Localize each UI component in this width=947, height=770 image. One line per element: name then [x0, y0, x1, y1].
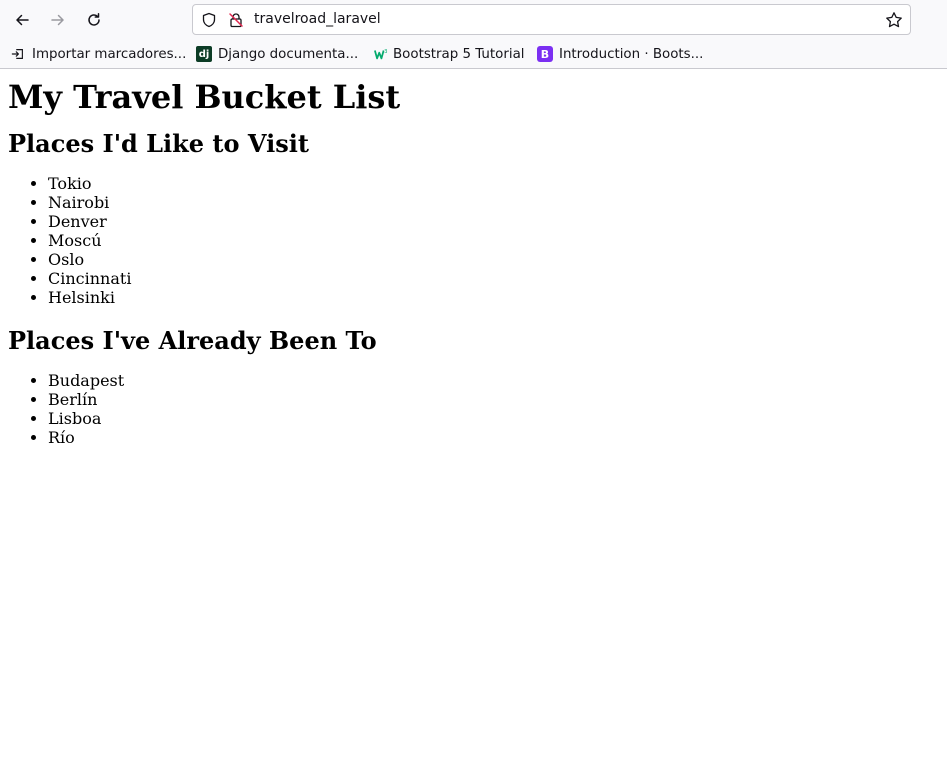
- page-content: My Travel Bucket List Places I'd Like to…: [0, 69, 947, 448]
- bookmark-bootstrap-tutorial[interactable]: 3 Bootstrap 5 Tutorial: [374, 44, 525, 64]
- list-item: Denver: [48, 212, 939, 231]
- bootstrap-icon: B: [537, 46, 553, 62]
- bookmark-label: Bootstrap 5 Tutorial: [393, 46, 525, 62]
- list-item: Tokio: [48, 174, 939, 193]
- bookmark-bootstrap-intro[interactable]: B Introduction · Boots...: [537, 44, 703, 64]
- wish-list: Tokio Nairobi Denver Moscú Oslo Cincinna…: [8, 174, 939, 307]
- list-item: Helsinki: [48, 288, 939, 307]
- navigation-toolbar: travelroad_laravel: [0, 0, 947, 40]
- arrow-left-icon: [16, 14, 29, 26]
- page-title: My Travel Bucket List: [8, 78, 401, 116]
- bookmark-label: Importar marcadores...: [32, 46, 187, 62]
- bookmark-import[interactable]: Importar marcadores...: [10, 44, 186, 64]
- browser-chrome: travelroad_laravel Importar marcadores..…: [0, 0, 947, 69]
- list-item: Berlín: [48, 390, 939, 409]
- list-item: Cincinnati: [48, 269, 939, 288]
- bookmarks-toolbar: Importar marcadores... dj Django documen…: [0, 40, 947, 68]
- arrow-right-icon: [51, 14, 64, 26]
- shield-icon[interactable]: [201, 12, 217, 28]
- back-button[interactable]: [7, 5, 37, 35]
- svg-text:3: 3: [384, 49, 387, 55]
- star-icon[interactable]: [885, 11, 903, 29]
- insecure-lock-icon[interactable]: [228, 12, 244, 28]
- visited-list-heading: Places I've Already Been To: [8, 326, 377, 355]
- list-item: Budapest: [48, 371, 939, 390]
- list-item: Nairobi: [48, 193, 939, 212]
- reload-icon: [88, 13, 100, 26]
- bookmark-django[interactable]: dj Django documenta...: [196, 44, 358, 64]
- visited-list: Budapest Berlín Lisboa Río: [8, 371, 939, 447]
- forward-button[interactable]: [43, 5, 73, 35]
- reload-button[interactable]: [79, 5, 109, 35]
- url-text[interactable]: travelroad_laravel: [254, 11, 381, 27]
- list-item: Moscú: [48, 231, 939, 250]
- url-bar[interactable]: travelroad_laravel: [192, 4, 911, 35]
- bookmark-label: Introduction · Boots...: [559, 46, 704, 62]
- bookmark-label: Django documenta...: [218, 46, 359, 62]
- wish-list-heading: Places I'd Like to Visit: [8, 129, 309, 158]
- django-icon: dj: [196, 46, 212, 62]
- list-item: Oslo: [48, 250, 939, 269]
- list-item: Río: [48, 428, 939, 447]
- list-item: Lisboa: [48, 409, 939, 428]
- import-icon: [10, 46, 26, 62]
- w3schools-icon: 3: [374, 46, 388, 62]
